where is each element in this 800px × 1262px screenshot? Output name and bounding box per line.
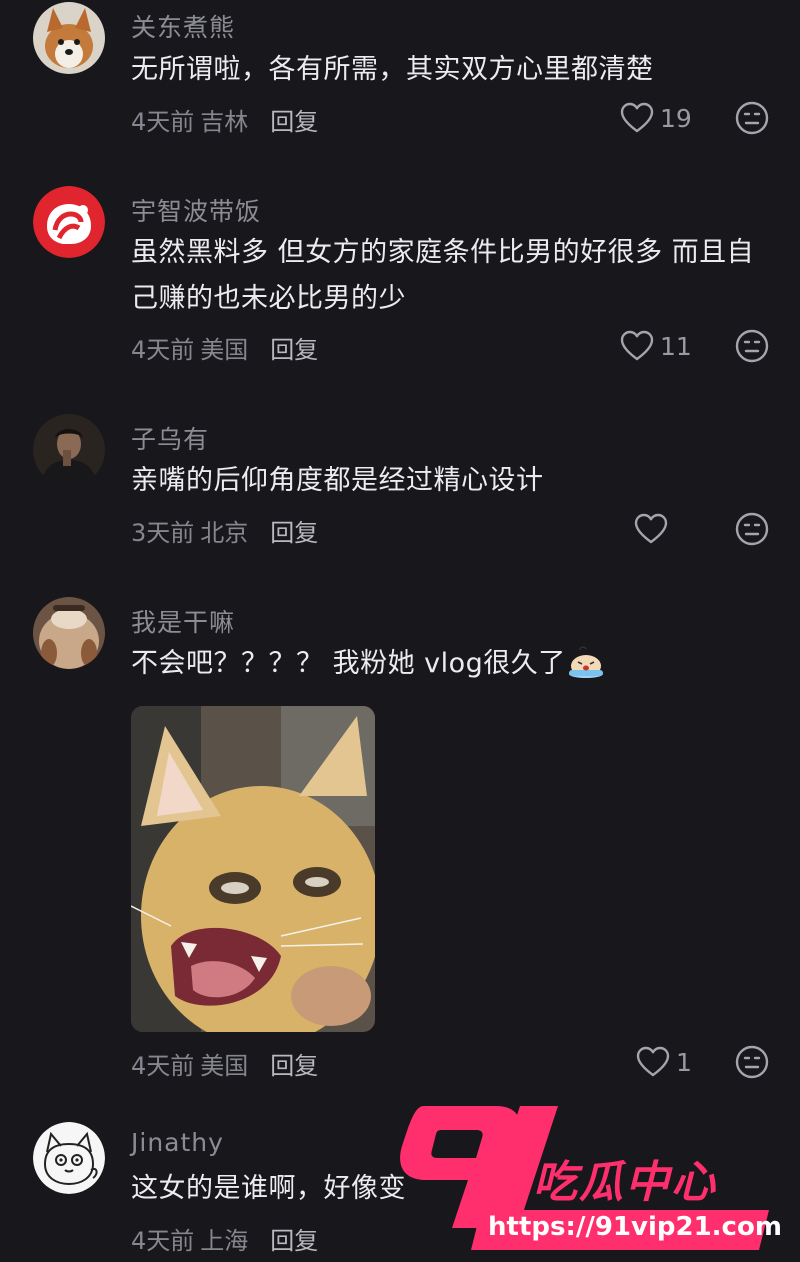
watermark-brand: 吃瓜中心 xyxy=(533,1157,717,1208)
neutral-face-icon xyxy=(735,101,769,135)
crying-face-emoji-icon xyxy=(568,646,603,678)
neutral-face-icon xyxy=(735,1045,769,1079)
watermark-url: https://91vip21.com xyxy=(488,1212,782,1242)
comment-meta: 4天前 美国 回复 xyxy=(131,1046,318,1081)
comment-text: 亲嘴的后仰角度都是经过精心设计 xyxy=(131,465,544,496)
avatar[interactable] xyxy=(33,186,105,258)
heart-icon xyxy=(636,1046,670,1077)
comment-location: 美国 xyxy=(200,336,249,364)
username[interactable]: 关东煮熊 xyxy=(131,8,235,44)
comment-time: 3天前 xyxy=(131,519,195,547)
username[interactable]: 宇智波带饭 xyxy=(131,192,261,228)
comment-meta: 4天前 上海 回复 xyxy=(131,1221,318,1256)
man-photo-avatar-image xyxy=(33,414,105,486)
neutral-face-icon xyxy=(735,329,769,363)
comment-text: 虽然黑料多 但女方的家庭条件比男的好很多 而且自己赚的也未必比男的少 xyxy=(131,237,755,314)
comment-location: 吉林 xyxy=(200,108,249,136)
red-logo-avatar-image xyxy=(33,186,105,258)
emoji-react-button[interactable] xyxy=(735,1045,769,1079)
corgi-avatar-image xyxy=(33,2,105,74)
reply-button[interactable]: 回复 xyxy=(270,108,318,136)
username[interactable]: 子乌有 xyxy=(131,420,209,456)
comment-image[interactable] xyxy=(131,706,375,1032)
neutral-face-icon xyxy=(735,512,769,546)
reply-button[interactable]: 回复 xyxy=(270,1052,318,1080)
reply-button[interactable]: 回复 xyxy=(270,519,318,547)
like-button[interactable]: 11 xyxy=(620,328,692,364)
comment-time: 4天前 xyxy=(131,108,195,136)
heart-icon xyxy=(634,513,668,544)
watermark-logo: 吃瓜中心 https://91vip21.com xyxy=(378,1098,782,1256)
comment-location: 美国 xyxy=(200,1052,249,1080)
avatar[interactable] xyxy=(33,2,105,74)
comment-meta: 4天前 美国 回复 xyxy=(131,330,318,365)
username[interactable]: 我是干嘛 xyxy=(131,603,235,639)
avatar[interactable] xyxy=(33,1122,105,1194)
comment-time: 4天前 xyxy=(131,1227,195,1255)
animal-photo-avatar-image xyxy=(33,597,105,669)
heart-icon xyxy=(620,102,654,133)
comment-location: 北京 xyxy=(200,519,249,547)
reply-button[interactable]: 回复 xyxy=(270,336,318,364)
comment-meta: 3天前 北京 回复 xyxy=(131,513,318,548)
emoji-react-button[interactable] xyxy=(735,512,769,546)
comment-text: 不会吧？？？？ 我粉她 vlog很久了 xyxy=(131,641,771,687)
comment-time: 4天前 xyxy=(131,1052,195,1080)
screaming-cat-image xyxy=(131,706,375,1032)
like-button[interactable] xyxy=(634,511,674,547)
comment-location: 上海 xyxy=(200,1227,249,1255)
username[interactable]: Jinathy xyxy=(131,1128,224,1157)
like-count: 19 xyxy=(660,103,692,133)
comment-text-content: 不会吧？？？？ 我粉她 vlog很久了 xyxy=(131,648,566,679)
avatar[interactable] xyxy=(33,414,105,486)
avatar[interactable] xyxy=(33,597,105,669)
comment-text: 无所谓啦，各有所需，其实双方心里都清楚 xyxy=(131,54,654,85)
reply-button[interactable]: 回复 xyxy=(270,1227,318,1255)
cartoon-cat-avatar-image xyxy=(33,1122,105,1194)
comment-meta: 4天前 吉林 回复 xyxy=(131,102,318,137)
like-count: 1 xyxy=(676,1047,692,1077)
comment-time: 4天前 xyxy=(131,336,195,364)
like-button[interactable]: 19 xyxy=(620,100,692,136)
comment-list: 关东煮熊 无所谓啦，各有所需，其实双方心里都清楚 4天前 吉林 回复 19 宇智… xyxy=(0,0,800,1262)
heart-icon xyxy=(620,330,654,361)
like-button[interactable]: 1 xyxy=(636,1044,692,1080)
emoji-react-button[interactable] xyxy=(735,329,769,363)
emoji-react-button[interactable] xyxy=(735,101,769,135)
like-count: 11 xyxy=(660,331,692,361)
